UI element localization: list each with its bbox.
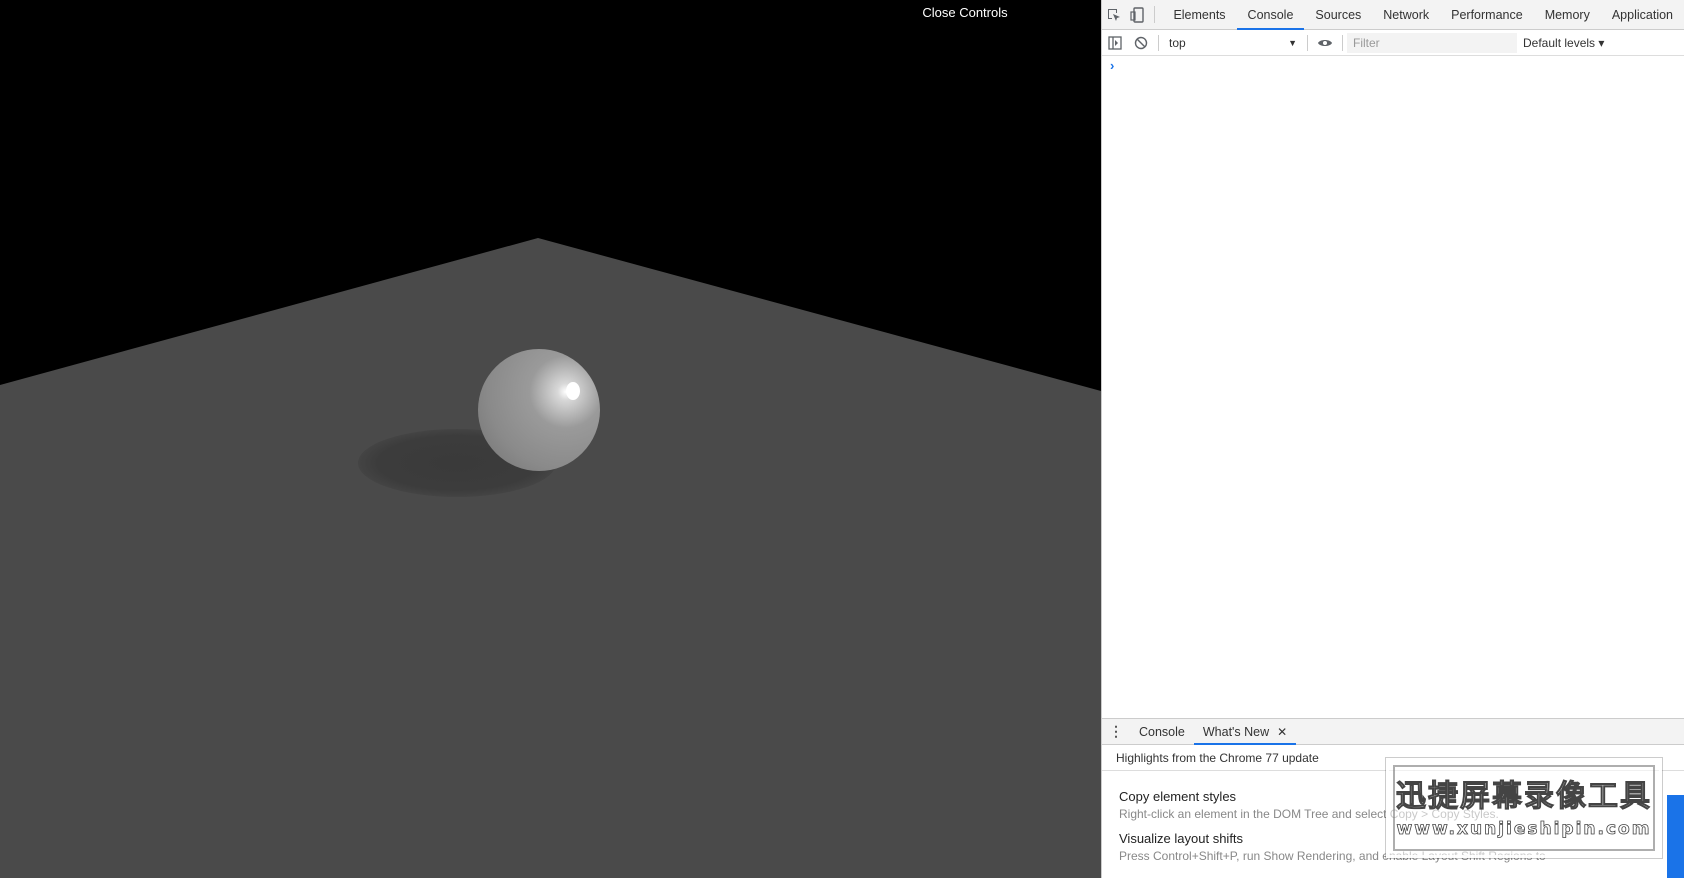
filter-input[interactable] xyxy=(1347,32,1517,53)
device-toolbar-icon[interactable] xyxy=(1126,0,1150,29)
drawer-tab-whats-new[interactable]: What's New ✕ xyxy=(1193,719,1297,745)
whats-new-graphic xyxy=(1667,795,1684,878)
devtools-panel: Elements Console Sources Network Perform… xyxy=(1101,0,1684,878)
tab-sources[interactable]: Sources xyxy=(1304,0,1372,29)
tab-console[interactable]: Console xyxy=(1236,0,1305,30)
dropdown-arrow-icon: ▼ xyxy=(1288,37,1297,48)
watermark-url: www.xunjieshipin.com xyxy=(1396,819,1652,840)
tab-performance[interactable]: Performance xyxy=(1440,0,1534,29)
watermark-title: 迅捷屏幕录像工具 xyxy=(1396,779,1652,815)
drawer-menu-icon[interactable]: ⋮ xyxy=(1102,719,1130,744)
tab-memory[interactable]: Memory xyxy=(1534,0,1601,29)
live-expression-eye-icon[interactable] xyxy=(1312,30,1338,56)
tab-elements[interactable]: Elements xyxy=(1162,0,1236,29)
inspect-element-icon[interactable] xyxy=(1102,0,1126,29)
console-toolbar: top ▼ Default levels ▾ xyxy=(1102,30,1684,56)
drawer-tab-whats-new-label: What's New xyxy=(1202,724,1270,739)
devtools-tabbar: Elements Console Sources Network Perform… xyxy=(1102,0,1684,30)
tab-network[interactable]: Network xyxy=(1372,0,1440,29)
tab-application[interactable]: Application xyxy=(1601,0,1684,29)
floor-plane xyxy=(0,238,1101,878)
default-levels-dropdown[interactable]: Default levels ▾ xyxy=(1523,36,1604,50)
close-tab-icon[interactable]: ✕ xyxy=(1277,725,1287,739)
close-controls-button[interactable]: Close Controls xyxy=(880,4,1050,22)
drawer-tabbar: ⋮ Console What's New ✕ xyxy=(1102,719,1684,745)
console-prompt-icon: › xyxy=(1110,58,1115,73)
sidebar-toggle-icon[interactable] xyxy=(1102,30,1128,56)
three-canvas[interactable]: Close Controls xyxy=(0,0,1101,878)
drawer-tab-console[interactable]: Console xyxy=(1130,719,1194,744)
context-value: top xyxy=(1169,35,1186,50)
sphere xyxy=(478,349,600,471)
scene-render xyxy=(0,238,1101,878)
sphere-highlight xyxy=(566,382,580,400)
console-output[interactable]: › xyxy=(1102,56,1684,718)
watermark: 迅捷屏幕录像工具 www.xunjieshipin.com xyxy=(1385,757,1663,859)
clear-console-icon[interactable] xyxy=(1128,30,1154,56)
context-selector[interactable]: top ▼ xyxy=(1163,33,1303,53)
